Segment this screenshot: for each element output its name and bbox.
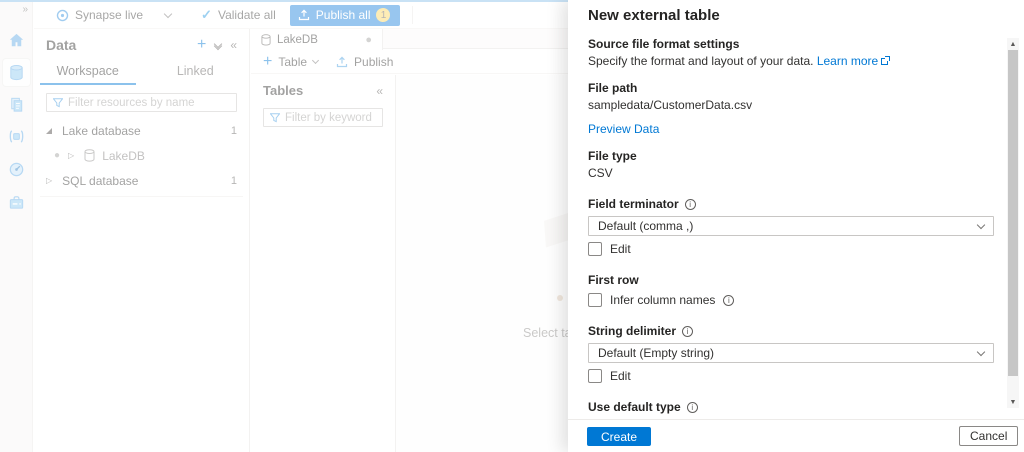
infer-column-names-checkbox[interactable] <box>588 293 602 307</box>
section-description: Specify the format and layout of your da… <box>588 54 994 68</box>
file-type-label: File type <box>588 149 637 163</box>
field-terminator-label: Field terminator i <box>588 197 994 211</box>
scroll-down-icon[interactable]: ▼ <box>1007 396 1019 408</box>
field-terminator-edit-row: Edit <box>588 242 994 256</box>
info-icon: i <box>684 198 696 210</box>
create-button[interactable]: Create <box>587 427 652 446</box>
dialog-body: Source file format settings Specify the … <box>588 33 994 419</box>
new-external-table-dialog: New external table Source file format se… <box>568 0 1024 452</box>
dialog-footer: Create Cancel <box>568 419 1024 452</box>
info-icon: i <box>682 325 694 337</box>
synapse-app: » <box>0 0 1024 452</box>
file-type-value: CSV <box>588 166 613 180</box>
infer-column-names-row: Infer column names i <box>588 293 994 307</box>
first-row-label: First row <box>588 273 639 287</box>
scrollbar-thumb[interactable] <box>1008 50 1018 376</box>
edit-checkbox-label: Edit <box>610 242 631 256</box>
infer-column-names-label: Infer column names <box>610 293 716 307</box>
string-delimiter-dropdown[interactable]: Default (Empty string) <box>588 343 994 363</box>
info-icon: i <box>723 294 735 306</box>
learn-more-link[interactable]: Learn more <box>817 54 891 68</box>
preview-data-link[interactable]: Preview Data <box>588 122 659 136</box>
edit-checkbox-label: Edit <box>610 369 631 383</box>
dialog-scrollbar[interactable]: ▲ ▼ <box>1007 38 1019 408</box>
app-top-accent <box>0 0 568 2</box>
field-terminator-value: Default (comma ,) <box>598 219 694 233</box>
string-delimiter-label: String delimiter i <box>588 324 994 338</box>
string-delimiter-edit-row: Edit <box>588 369 994 383</box>
dialog-title: New external table <box>588 7 720 24</box>
edit-checkbox[interactable] <box>588 242 602 256</box>
modal-dim-overlay <box>0 0 568 452</box>
file-path-label: File path <box>588 81 638 95</box>
info-icon: i <box>686 401 698 413</box>
string-delimiter-value: Default (Empty string) <box>598 346 715 360</box>
field-terminator-dropdown[interactable]: Default (comma ,) <box>588 216 994 236</box>
external-link-icon <box>881 56 891 65</box>
edit-checkbox[interactable] <box>588 369 602 383</box>
scroll-up-icon[interactable]: ▲ <box>1007 38 1019 50</box>
chevron-down-icon <box>976 220 986 229</box>
file-path-value: sampledata/CustomerData.csv <box>588 98 753 112</box>
cancel-button[interactable]: Cancel <box>959 426 1019 446</box>
chevron-down-icon <box>976 347 986 356</box>
section-title: Source file format settings <box>588 37 740 51</box>
workspace-background: » <box>0 0 568 452</box>
section-description-text: Specify the format and layout of your da… <box>588 54 814 68</box>
use-default-type-label: Use default type i <box>588 400 994 414</box>
